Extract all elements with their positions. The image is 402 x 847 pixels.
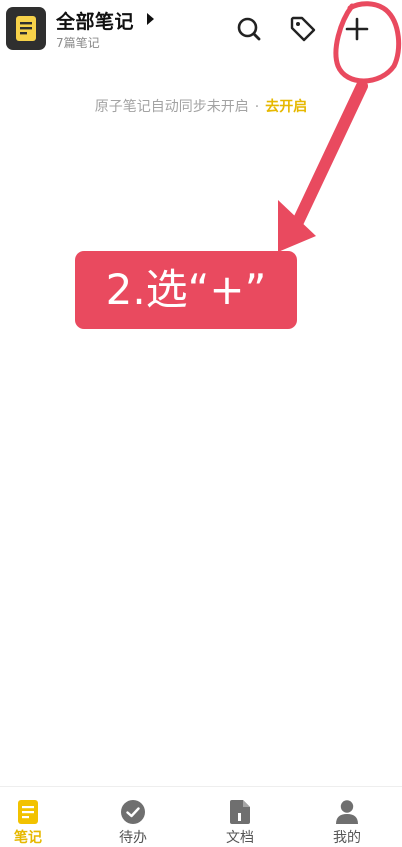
- app-header: 全部笔记 7篇笔记: [0, 0, 402, 64]
- separator-dot: ·: [254, 99, 260, 115]
- tab-notes[interactable]: 笔记: [0, 787, 78, 847]
- tab-documents-label: 文档: [226, 830, 254, 846]
- tab-todo[interactable]: 待办: [83, 787, 183, 847]
- page-title[interactable]: 全部笔记: [56, 7, 134, 34]
- person-icon: [336, 800, 358, 824]
- enable-sync-link[interactable]: 去开启: [265, 99, 307, 115]
- check-circle-icon: [121, 800, 145, 824]
- tag-icon: [290, 16, 316, 42]
- tab-documents[interactable]: 文档: [190, 787, 290, 847]
- annotation-overlay: [278, 1, 402, 252]
- search-button[interactable]: [234, 14, 264, 44]
- annotation-label: 2.选“+”: [75, 251, 297, 329]
- bottom-tab-bar: 笔记 待办 文档 我的: [0, 786, 402, 847]
- note-count: 7篇笔记: [56, 36, 100, 50]
- tab-profile-label: 我的: [333, 830, 361, 846]
- add-note-button[interactable]: [342, 14, 372, 44]
- search-icon: [237, 17, 261, 41]
- document-icon: [230, 800, 250, 824]
- tab-notes-label: 笔记: [14, 830, 42, 846]
- tab-profile[interactable]: 我的: [297, 787, 397, 847]
- plus-icon: [345, 17, 369, 41]
- note-icon: [18, 800, 38, 824]
- app-logo-icon: [6, 7, 46, 50]
- sync-banner: 原子笔记自动同步未开启 · 去开启: [0, 96, 402, 116]
- tab-todo-label: 待办: [119, 830, 147, 846]
- caret-right-icon[interactable]: [146, 13, 154, 25]
- tag-button[interactable]: [288, 14, 318, 44]
- sync-status-text: 原子笔记自动同步未开启: [94, 99, 249, 115]
